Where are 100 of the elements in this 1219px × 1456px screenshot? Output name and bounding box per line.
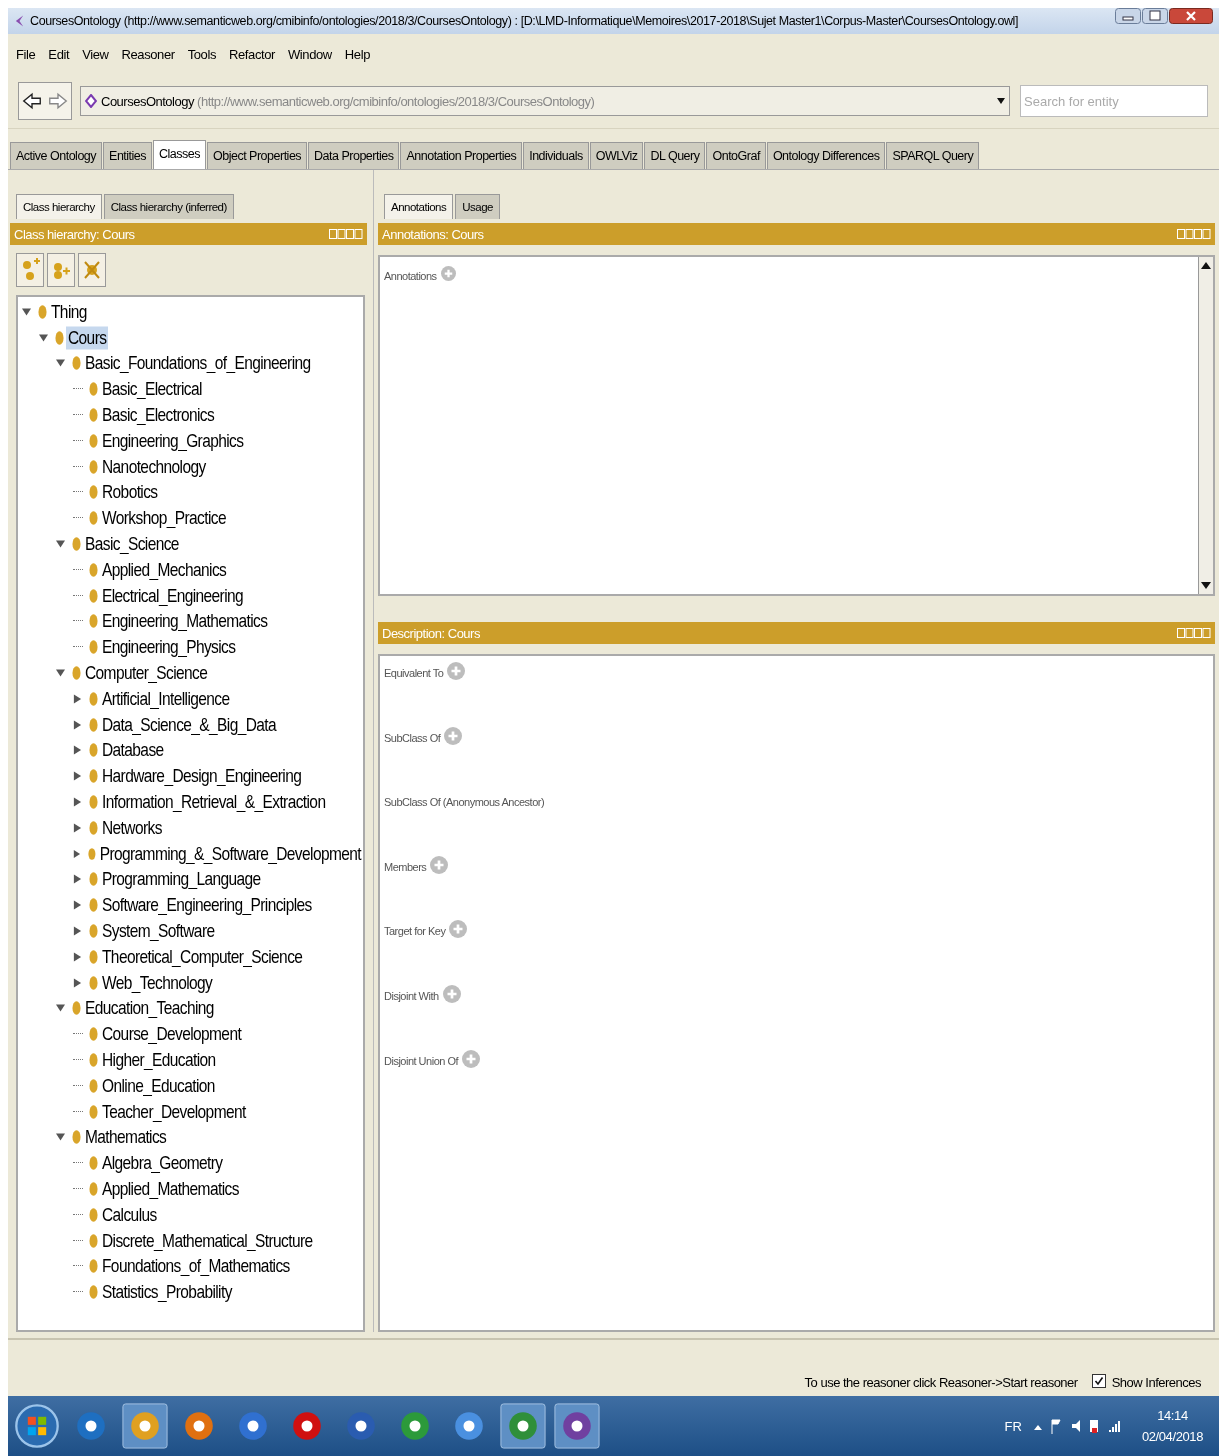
menu-item[interactable]: Tools	[187, 46, 217, 62]
tree-item[interactable]: Basic_Electrical	[100, 377, 204, 401]
down-triangle-icon[interactable]	[56, 358, 65, 369]
close-icon[interactable]	[1169, 8, 1213, 24]
start-button[interactable]	[14, 1403, 60, 1449]
menu-item[interactable]: View	[82, 46, 109, 62]
tab[interactable]: Classes	[153, 140, 206, 169]
down-triangle-icon[interactable]	[39, 332, 48, 343]
tab[interactable]: Class hierarchy	[16, 194, 102, 219]
taskbar-app-icon[interactable]	[554, 1403, 600, 1449]
right-triangle-icon[interactable]	[73, 745, 82, 756]
right-triangle-icon[interactable]	[73, 977, 82, 988]
tree-item[interactable]: Database	[100, 738, 166, 762]
tree-item[interactable]: System_Software	[100, 919, 217, 943]
right-triangle-icon[interactable]	[73, 874, 82, 885]
tree-item[interactable]: Robotics	[100, 480, 160, 504]
tree-item[interactable]: Teacher_Development	[100, 1100, 248, 1124]
tree-item[interactable]: Statistics_Probability	[100, 1280, 234, 1304]
clock-time[interactable]: 14:14	[1157, 1408, 1188, 1423]
right-triangle-icon[interactable]	[73, 926, 82, 936]
minimize-icon[interactable]	[1115, 8, 1141, 24]
checkbox[interactable]	[1091, 1374, 1106, 1388]
tree-item[interactable]: Engineering_Mathematics	[100, 609, 270, 633]
right-triangle-icon[interactable]	[73, 900, 82, 911]
tree-item[interactable]: Nanotechnology	[100, 455, 208, 479]
tree-item[interactable]: Basic_Foundations_of_Engineering	[83, 352, 313, 375]
tree-item[interactable]: Workshop_Practice	[100, 506, 228, 530]
tab[interactable]: OWLViz	[589, 142, 644, 169]
tab[interactable]: OntoGraf	[706, 142, 766, 169]
tree-item[interactable]: Thing	[49, 300, 89, 324]
right-triangle-icon[interactable]	[73, 797, 82, 808]
tree-item[interactable]: Hardware_Design_Engineering	[100, 764, 304, 788]
tab[interactable]: Usage	[455, 194, 500, 219]
tree-item[interactable]: Online_Education	[100, 1074, 217, 1098]
maximize-icon[interactable]	[1142, 8, 1168, 24]
tab[interactable]: Individuals	[523, 142, 589, 169]
menu-item[interactable]: Window	[288, 46, 332, 62]
tab[interactable]: Annotations	[384, 194, 454, 219]
tree-item[interactable]: Discrete_Mathematical_Structure	[100, 1229, 315, 1253]
tab[interactable]: Ontology Differences	[766, 142, 886, 169]
menu-item[interactable]: Edit	[48, 46, 70, 62]
tab[interactable]: Class hierarchy (inferred)	[103, 194, 234, 219]
tree-item[interactable]: Basic_Science	[83, 532, 181, 556]
tab[interactable]: Annotation Properties	[400, 142, 523, 169]
tree-item[interactable]: Applied_Mathematics	[100, 1177, 241, 1201]
tree-item[interactable]: Artificial_Intelligence	[100, 687, 232, 711]
tab[interactable]: SPARQL Query	[886, 142, 980, 169]
tree-item[interactable]: Algebra_Geometry	[100, 1151, 225, 1175]
menu-item[interactable]: Help	[344, 46, 370, 62]
tree-item[interactable]: Basic_Electronics	[100, 403, 217, 427]
right-triangle-icon[interactable]	[73, 719, 82, 730]
tab[interactable]: DL Query	[644, 142, 706, 169]
down-triangle-icon[interactable]	[56, 668, 65, 679]
tab[interactable]: Active Ontology	[10, 142, 103, 169]
tree-item[interactable]: Computer_Science	[83, 661, 210, 685]
down-triangle-icon[interactable]	[56, 1003, 65, 1014]
tree-item[interactable]: Engineering_Physics	[100, 635, 238, 659]
down-triangle-icon[interactable]	[56, 1132, 65, 1143]
right-triangle-icon[interactable]	[73, 951, 82, 962]
menu-item[interactable]: Reasoner	[121, 46, 175, 62]
up-arrow-icon[interactable]	[1201, 261, 1211, 269]
tree-item[interactable]: Information_Retrieval_&_Extraction	[100, 790, 328, 814]
scrollbar[interactable]	[1198, 257, 1213, 594]
tree-item[interactable]: Software_Engineering_Principles	[100, 893, 314, 917]
clock-date[interactable]: 02/04/2018	[1141, 1429, 1203, 1444]
tree-item[interactable]: Mathematics	[83, 1125, 169, 1149]
tab[interactable]: Data Properties	[308, 142, 400, 169]
down-arrow-icon[interactable]	[1201, 582, 1211, 590]
tree-item[interactable]: Calculus	[100, 1203, 159, 1227]
tab[interactable]: Object Properties	[207, 142, 308, 169]
search-field[interactable]: Search for entity	[1020, 85, 1208, 117]
tree-item[interactable]: Cours	[66, 326, 109, 350]
tree-item[interactable]: Electrical_Engineering	[100, 584, 246, 608]
tree-item[interactable]: Higher_Education	[100, 1048, 218, 1072]
menu-item[interactable]: File	[16, 46, 36, 62]
language-indicator[interactable]: FR	[1004, 1418, 1022, 1434]
menu-item[interactable]: Refactor	[229, 46, 275, 62]
tree-item[interactable]: Web_Technology	[100, 971, 215, 995]
right-triangle-icon[interactable]	[73, 822, 82, 833]
right-triangle-icon[interactable]	[73, 693, 82, 704]
ontology-dropdown[interactable]: CoursesOntology (http://www.semanticweb.org/cmibinfo/ontologies/2018/3/CoursesOntology)	[80, 86, 1010, 116]
tree-item[interactable]: Theoretical_Computer_Science	[100, 945, 305, 969]
taskbar-app-icon[interactable]	[500, 1403, 546, 1449]
tree-item[interactable]: Applied_Mechanics	[100, 558, 229, 582]
tree-item[interactable]: Networks	[100, 816, 164, 840]
taskbar-app-icon[interactable]	[122, 1403, 168, 1449]
tree-item[interactable]: Education_Teaching	[83, 996, 216, 1020]
tree-item[interactable]: Data_Science_&_Big_Data	[100, 713, 279, 737]
tree-item[interactable]: Foundations_of_Mathematics	[100, 1254, 292, 1278]
tab[interactable]: Entities	[103, 142, 153, 169]
right-triangle-icon[interactable]	[73, 771, 82, 782]
tree-item[interactable]: Engineering_Graphics	[100, 429, 246, 453]
checkbox-label[interactable]: Show Inferences	[1111, 1375, 1201, 1390]
tree-item[interactable]: Programming_&_Software_Development	[97, 842, 363, 866]
delete-class-button[interactable]	[78, 253, 106, 287]
tree-item[interactable]: Programming_Language	[100, 867, 263, 891]
down-triangle-icon[interactable]	[22, 306, 31, 317]
tree-item[interactable]: Course_Development	[100, 1022, 244, 1046]
down-triangle-icon[interactable]	[56, 539, 65, 550]
right-triangle-icon[interactable]	[73, 848, 81, 859]
